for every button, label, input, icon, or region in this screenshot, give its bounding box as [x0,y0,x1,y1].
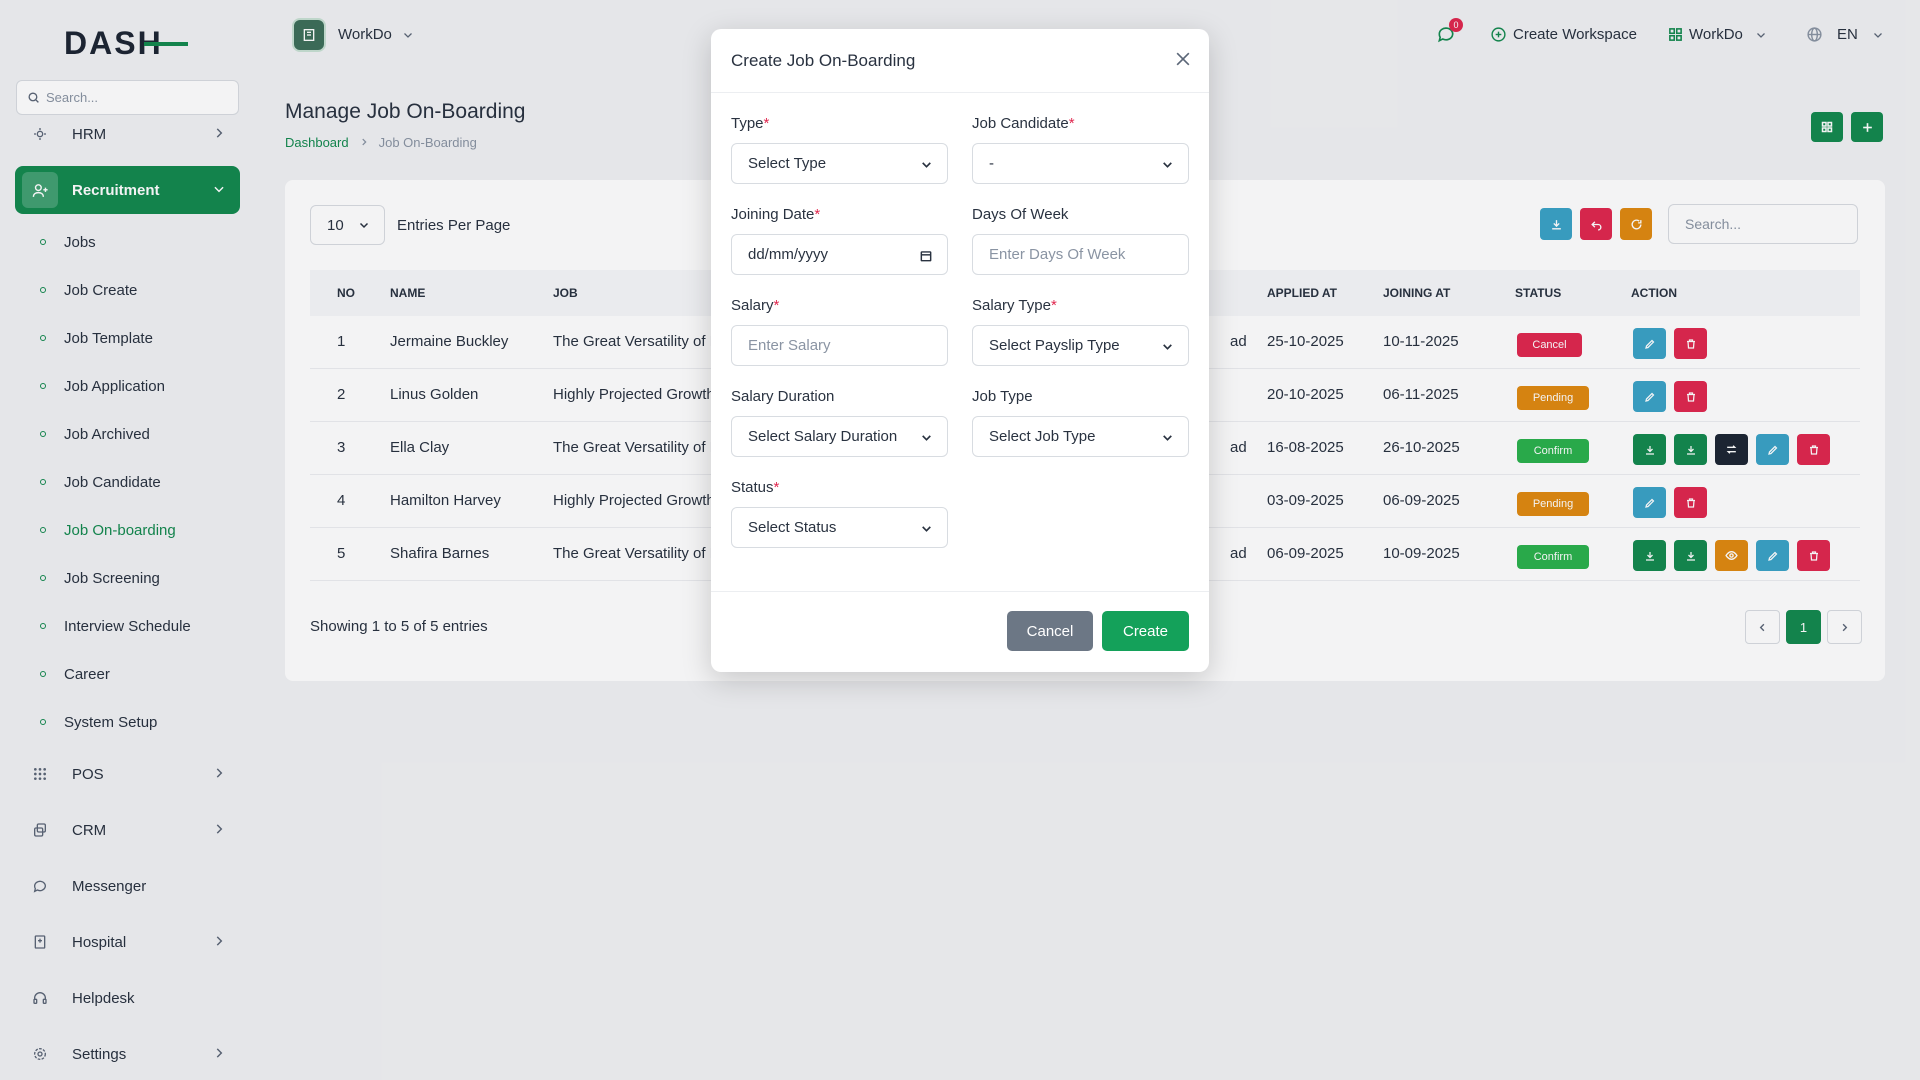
status-select[interactable]: Select Status [731,507,948,548]
days-of-week-input[interactable]: Enter Days Of Week [972,234,1189,275]
type-label: Type* [731,115,770,132]
job-type-select[interactable]: Select Job Type [972,416,1189,457]
candidate-select[interactable]: - [972,143,1189,184]
cancel-button[interactable]: Cancel [1007,611,1093,651]
chevron-down-icon [1161,158,1174,175]
chevron-down-icon [1161,340,1174,357]
modal-footer-divider [711,591,1209,592]
calendar-icon[interactable] [919,249,933,267]
salary-type-label: Salary Type* [972,297,1057,314]
salary-duration-label: Salary Duration [731,388,835,405]
type-select[interactable]: Select Type [731,143,948,184]
create-onboarding-modal: Create Job On-Boarding Type* Select Type… [711,29,1209,672]
chevron-down-icon [1161,431,1174,448]
modal-header: Create Job On-Boarding [711,29,1209,93]
close-icon[interactable] [1173,49,1193,73]
status-label: Status* [731,479,780,496]
salary-type-select[interactable]: Select Payslip Type [972,325,1189,366]
joining-date-input[interactable]: dd/mm/yyyy [731,234,948,275]
job-type-label: Job Type [972,388,1033,405]
chevron-down-icon [920,431,933,448]
salary-duration-select[interactable]: Select Salary Duration [731,416,948,457]
salary-label: Salary* [731,297,780,314]
create-button[interactable]: Create [1102,611,1189,651]
salary-input[interactable]: Enter Salary [731,325,948,366]
candidate-label: Job Candidate* [972,115,1075,132]
chevron-down-icon [920,522,933,539]
modal-title: Create Job On-Boarding [731,51,916,70]
chevron-down-icon [920,158,933,175]
days-of-week-label: Days Of Week [972,206,1069,223]
joining-date-label: Joining Date* [731,206,821,223]
